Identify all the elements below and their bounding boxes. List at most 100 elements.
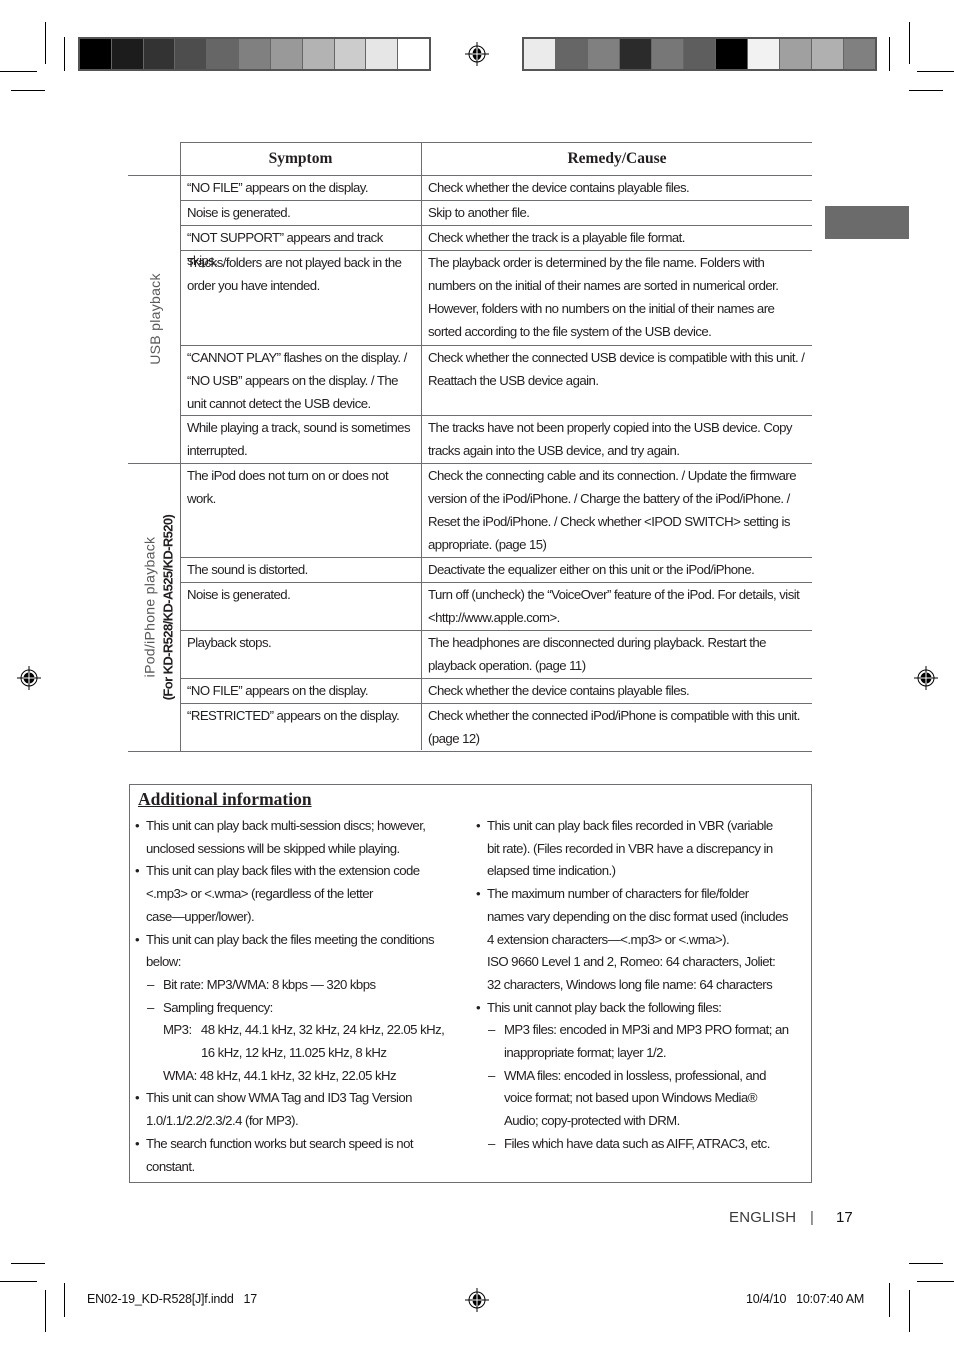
remedy-cell: Check whether the device contains playab…: [428, 180, 690, 195]
crop-mark: [909, 1290, 910, 1332]
sub-item-cont: voice format; not based upon Windows Med…: [471, 1087, 811, 1110]
sub-item: – MP3 files: encoded in MP3i and MP3 PRO …: [488, 1022, 789, 1038]
remedy-cell: The tracks have not been properly copied…: [428, 420, 793, 458]
color-swatch: [716, 39, 748, 69]
slug-filename: EN02-19_KD-R528[J]f.indd 17: [87, 1292, 257, 1306]
symptom-cell: Tracks/folders are not played back in th…: [187, 255, 402, 293]
symptom-cell: “NOT SUPPORT” appears and track skips.: [187, 230, 383, 268]
text-line: names vary depending on the disc format …: [487, 908, 788, 924]
text-line: case—upper/lower).: [146, 908, 255, 924]
text-line: inappropriate format; layer 1/2.: [504, 1045, 667, 1061]
crop-mark: [909, 90, 943, 91]
registration-mark-icon: [17, 666, 41, 690]
color-swatch: [80, 39, 112, 69]
crop-mark: [0, 1281, 37, 1282]
list-item: • This unit cannot play back the followin…: [476, 999, 722, 1015]
crop-mark: [909, 1263, 943, 1264]
crop-mark: [45, 22, 46, 64]
color-swatch: [398, 39, 429, 69]
text-line: MP3: 48 kHz, 44.1 kHz, 32 kHz, 24 kHz, 2…: [163, 1022, 445, 1038]
text-line: Audio; copy-protected with DRM.: [504, 1113, 680, 1129]
remedy-cell: Check the connecting cable and its conne…: [428, 468, 797, 552]
text-line: <.mp3> or <.wma> (regardless of the lett…: [146, 886, 373, 902]
color-swatch: [620, 39, 652, 69]
table-bottom-rule: [128, 751, 812, 752]
text-line: WMA files: encoded in lossless, professi…: [504, 1067, 766, 1083]
symptom-cell: The sound is distorted.: [187, 562, 308, 577]
color-swatch: [748, 39, 780, 69]
text-line: This unit can play back files recorded i…: [487, 818, 773, 833]
color-swatch: [111, 39, 144, 69]
table-group-0: USB playback: [128, 175, 181, 463]
text-line: 32 characters, Windows long file name: 6…: [487, 976, 773, 992]
crop-mark: [889, 1283, 890, 1317]
text-line: Sampling frequency:: [163, 999, 273, 1015]
list-item-cont: bit rate). (Files recorded in VBR have a…: [471, 838, 811, 861]
crop-mark: [0, 71, 37, 72]
info-left-column: • This unit can play back multi-session d…: [130, 815, 470, 1178]
list-item-cont: constant.: [130, 1156, 470, 1179]
color-swatch: [302, 39, 335, 69]
text-line: MP3 files: encoded in MP3i and MP3 PRO f…: [504, 1022, 789, 1038]
crop-mark: [909, 22, 910, 64]
symptom-cell: The iPod does not turn on or does not wo…: [187, 468, 389, 506]
text-line: This unit cannot play back the following…: [487, 999, 722, 1015]
additional-info-box: Additional information • This unit can pl…: [129, 784, 812, 1183]
list-item-cont: 4 extension characters—<.mp3> or <.wma>)…: [471, 929, 811, 952]
list-item: • The search function works but search sp…: [135, 1135, 414, 1151]
remedy-cell: Turn off (uncheck) the “VoiceOver” featu…: [428, 587, 800, 625]
list-item: • The maximum number of characters for fi…: [476, 886, 749, 902]
remedy-cell: Deactivate the equalizer either on this …: [428, 562, 755, 577]
color-swatch: [844, 39, 875, 69]
sub-item: – Bit rate: MP3/WMA: 8 kbps — 320 kbps: [147, 976, 376, 992]
registration-mark-icon: [914, 666, 938, 690]
list-item: • This unit can show WMA Tag and ID3 Tag …: [135, 1090, 413, 1106]
color-swatch: [143, 39, 176, 69]
footer-language: ENGLISH: [729, 1209, 797, 1226]
crop-mark: [64, 1283, 65, 1317]
sub-item-cont: Audio; copy-protected with DRM.: [471, 1110, 811, 1133]
remedy-cell: Skip to another file.: [428, 205, 530, 220]
section-tab-marker: [825, 206, 909, 239]
header-symptom: Symptom: [268, 149, 333, 167]
text-line: bit rate). (Files recorded in VBR have a…: [487, 840, 773, 856]
color-swatch: [175, 39, 208, 69]
remedy-cell: Check whether the connected iPod/iPhone …: [428, 708, 800, 746]
symptom-cell: “RESTRICTED” appears on the display.: [187, 708, 400, 723]
sub-item: – WMA files: encoded in lossless, profess…: [488, 1067, 766, 1083]
registration-mark-icon: [465, 1288, 489, 1312]
list-item: • This unit can play back multi-session d…: [135, 818, 426, 833]
color-swatch: [366, 39, 399, 69]
crop-mark: [11, 90, 45, 91]
symptom-cell: Noise is generated.: [187, 205, 291, 220]
remedy-cell: Check whether the connected USB device i…: [428, 350, 805, 388]
color-swatch: [556, 39, 588, 69]
crop-mark: [45, 1290, 46, 1332]
symptom-cell: Playback stops.: [187, 635, 272, 650]
text-line: ISO 9660 Level 1 and 2, Romeo: 64 charac…: [487, 954, 776, 970]
color-swatch: [207, 39, 240, 69]
color-swatch: [684, 39, 716, 69]
list-item-cont: below:: [130, 951, 470, 974]
list-item: • This unit can play back files recorded …: [476, 818, 773, 833]
text-line: Bit rate: MP3/WMA: 8 kbps — 320 kbps: [163, 976, 376, 992]
crop-mark: [889, 37, 890, 71]
list-item-cont: ISO 9660 Level 1 and 2, Romeo: 64 charac…: [471, 951, 811, 974]
list-item-cont: 1.0/1.1/2.2/2.3/2.4 (for MP3).: [130, 1110, 470, 1133]
list-item-cont: case—upper/lower).: [130, 906, 470, 929]
crop-mark: [64, 37, 65, 71]
symptom-cell: “NO FILE” appears on the display.: [187, 683, 369, 698]
crop-mark: [917, 1281, 954, 1282]
list-item-cont: unclosed sessions will be skipped while …: [130, 838, 470, 861]
info-right-column: • This unit can play back files recorded …: [471, 815, 811, 1156]
color-swatch: [812, 39, 844, 69]
crop-mark: [11, 1263, 45, 1264]
color-swatch: [239, 39, 271, 69]
text-line: elapsed time indication.): [487, 863, 616, 879]
remedy-cell: Check whether the track is a playable fi…: [428, 230, 685, 245]
color-swatch: [524, 39, 556, 69]
page-number: 17: [836, 1209, 853, 1226]
text-line: The maximum number of characters for fil…: [487, 886, 749, 902]
sub-item-cont: inappropriate format; layer 1/2.: [471, 1042, 811, 1065]
registration-mark-icon: [465, 42, 489, 66]
